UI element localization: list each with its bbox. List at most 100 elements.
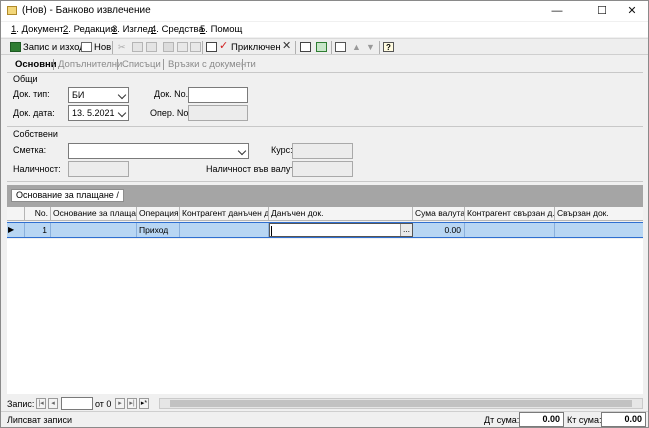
col-header-no[interactable]: No. xyxy=(25,207,51,221)
export-icon[interactable] xyxy=(190,42,201,52)
save-exit-icon xyxy=(10,42,21,52)
move-down-icon[interactable]: ▼ xyxy=(366,41,375,54)
col-header-amount-currency[interactable]: Сума валута xyxy=(413,207,465,221)
doc-type-value: БИ xyxy=(72,90,85,100)
last-record-button[interactable]: ▸| xyxy=(127,398,137,409)
record-number-input[interactable] xyxy=(61,397,93,410)
toolbar-separator xyxy=(379,41,380,54)
cell-no[interactable]: 1 xyxy=(25,223,51,237)
toolbar-separator xyxy=(331,41,332,54)
tab-main[interactable]: Основни xyxy=(15,58,57,71)
save-exit-button[interactable]: Запис и изход xyxy=(23,41,85,54)
rate-label: Курс: xyxy=(271,145,293,155)
availability-label: Наличност: xyxy=(13,164,61,174)
table-row[interactable]: ▶ 1 Приход ... 0.00 xyxy=(7,222,643,238)
col-header-payment-basis[interactable]: Основание за плащане xyxy=(51,207,137,221)
title-bar: (Нов) - Банково извлечение — ☐ ✕ xyxy=(1,1,648,21)
horizontal-scrollbar[interactable] xyxy=(159,398,643,409)
col-header-related-doc[interactable]: Свързан док. xyxy=(555,207,643,221)
oper-no-label: Опер. No. xyxy=(150,108,191,118)
col-header-tax-doc[interactable]: Данъчен док. xyxy=(269,207,413,221)
help-icon[interactable]: ? xyxy=(383,42,394,52)
menu-edit-label: . Редакция xyxy=(68,24,116,35)
indicator-column-header xyxy=(7,207,25,221)
account-select[interactable] xyxy=(68,143,249,159)
text-cursor xyxy=(271,226,272,236)
menu-edit[interactable]: 2. Редакция xyxy=(63,24,115,35)
cell-tax-doc-editor[interactable]: ... xyxy=(269,223,413,237)
col-header-counterparty-related[interactable]: Контрагент свързан д... xyxy=(465,207,555,221)
tab-lists[interactable]: Списъци xyxy=(122,58,161,71)
tab-separator xyxy=(53,59,54,70)
minimize-button[interactable]: — xyxy=(542,1,572,21)
credit-sum-field: 0.00 xyxy=(601,412,646,427)
col-header-counterparty-tax[interactable]: Контрагент данъчен д... xyxy=(180,207,269,221)
doc-no-label: Док. No. xyxy=(154,89,189,99)
menu-tools[interactable]: 4. Средства xyxy=(151,24,204,35)
currency-availability-field xyxy=(292,161,353,177)
currency-availability-label: Наличност във валута: xyxy=(206,164,302,174)
doc-type-select[interactable]: БИ xyxy=(68,87,129,103)
cut-icon[interactable]: ✂ xyxy=(118,42,129,52)
menu-help[interactable]: 5. Помощ xyxy=(200,24,242,35)
copy-icon[interactable] xyxy=(132,42,143,52)
debit-sum-label: Дт сума: xyxy=(484,415,520,425)
cell-related-doc[interactable] xyxy=(555,223,643,237)
close-button[interactable]: ✕ xyxy=(617,1,647,21)
toolbar-separator xyxy=(112,41,113,54)
toolbar-separator xyxy=(295,41,296,54)
menu-view-label: . Изглед xyxy=(117,24,154,35)
tab-separator xyxy=(117,59,118,70)
menu-bar: 1. Документ 2. Редакция 3. Изглед 4. Сре… xyxy=(1,22,648,37)
chevron-down-icon xyxy=(117,90,127,100)
edit-document-icon[interactable] xyxy=(206,42,217,52)
new-document-icon xyxy=(81,42,92,52)
move-up-icon[interactable]: ▲ xyxy=(352,41,361,54)
new-button[interactable]: Нов xyxy=(94,41,111,54)
grid-column-headers: No. Основание за плащане Операция Контра… xyxy=(7,207,643,221)
next-record-button[interactable]: ▸ xyxy=(115,398,125,409)
maximize-button[interactable]: ☐ xyxy=(587,1,617,21)
group-divider xyxy=(7,181,643,182)
browse-ellipsis-button[interactable]: ... xyxy=(400,224,412,236)
prev-record-button[interactable]: ◂ xyxy=(48,398,58,409)
cell-operation[interactable]: Приход xyxy=(137,223,180,237)
delete-icon[interactable]: ✕ xyxy=(282,40,291,53)
cell-counterparty-related[interactable] xyxy=(465,223,555,237)
scrollbar-thumb[interactable] xyxy=(170,400,632,407)
checkmark-icon: ✓ xyxy=(219,40,229,52)
document-list-icon[interactable] xyxy=(300,42,311,52)
print-preview-icon[interactable] xyxy=(177,42,188,52)
group-by-chip[interactable]: Основание за плащане / xyxy=(11,189,124,202)
menu-document[interactable]: 1. Документ xyxy=(11,24,64,35)
toolbar-separator xyxy=(202,41,203,54)
menu-view[interactable]: 3. Изглед xyxy=(112,24,153,35)
cell-amount-currency[interactable]: 0.00 xyxy=(413,223,465,237)
doc-date-label: Док. дата: xyxy=(13,108,55,118)
tab-underline xyxy=(7,72,643,73)
print-icon[interactable] xyxy=(163,42,174,52)
group-divider xyxy=(7,126,643,127)
tab-separator xyxy=(163,59,164,70)
doc-date-value: 13. 5.2021 xyxy=(72,108,115,118)
doc-no-input[interactable] xyxy=(188,87,248,103)
menu-tools-label: . Средства xyxy=(156,24,204,35)
doc-type-label: Док. тип: xyxy=(13,89,50,99)
first-record-button[interactable]: |◂ xyxy=(36,398,46,409)
rate-field xyxy=(292,143,353,159)
cell-payment-basis[interactable] xyxy=(51,223,137,237)
col-header-operation[interactable]: Операция xyxy=(137,207,180,221)
window-title: (Нов) - Банково извлечение xyxy=(22,5,151,16)
account-label: Сметка: xyxy=(13,145,47,155)
refresh-icon[interactable] xyxy=(316,42,327,52)
general-group-title: Общи xyxy=(13,74,38,84)
tab-additional[interactable]: Допълнителни xyxy=(58,58,122,71)
blank-page-icon[interactable] xyxy=(335,42,346,52)
cell-counterparty-tax[interactable] xyxy=(180,223,269,237)
finished-button[interactable]: Приключен xyxy=(231,41,281,54)
record-label: Запис: xyxy=(7,399,35,409)
oper-no-field xyxy=(188,105,248,121)
new-record-button[interactable]: ▸* xyxy=(139,398,149,409)
doc-date-picker[interactable]: 13. 5.2021 xyxy=(68,105,129,121)
paste-icon[interactable] xyxy=(146,42,157,52)
